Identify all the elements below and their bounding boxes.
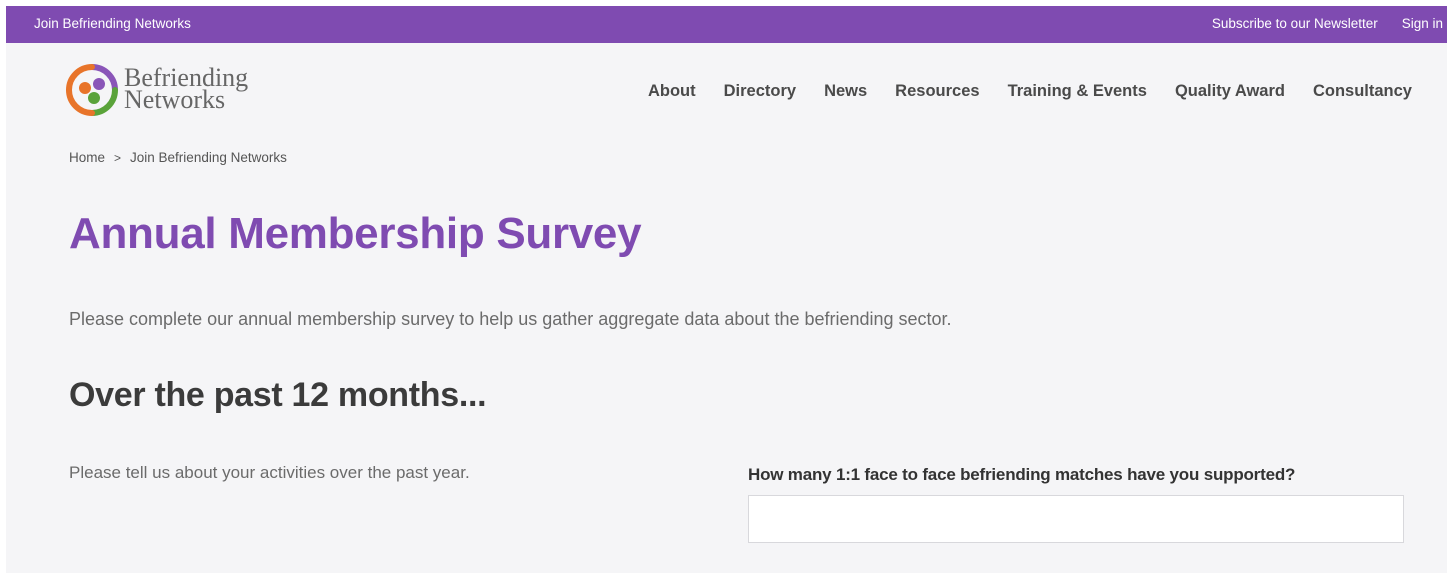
nav-item-resources[interactable]: Resources xyxy=(895,82,979,101)
intro-text: Please complete our annual membership su… xyxy=(69,309,952,329)
top-bar-right: Subscribe to our Newsletter Sign in xyxy=(1212,16,1443,31)
breadcrumb-home[interactable]: Home xyxy=(69,150,105,165)
section-title: Over the past 12 months... xyxy=(69,376,487,414)
top-bar: Join Befriending Networks Subscribe to o… xyxy=(6,6,1447,43)
section-description: Please tell us about your activities ove… xyxy=(69,463,470,482)
breadcrumb-current[interactable]: Join Befriending Networks xyxy=(130,150,287,165)
logo-icon xyxy=(66,64,118,116)
newsletter-link[interactable]: Subscribe to our Newsletter xyxy=(1212,16,1378,31)
main-nav: About Directory News Resources Training … xyxy=(648,82,1412,101)
nav-item-news[interactable]: News xyxy=(824,82,867,101)
breadcrumb-separator: > xyxy=(114,150,122,165)
matches-supported-input[interactable] xyxy=(748,495,1404,543)
signin-link[interactable]: Sign in xyxy=(1402,16,1443,31)
page-title: Annual Membership Survey xyxy=(69,209,642,258)
nav-item-training-events[interactable]: Training & Events xyxy=(1008,82,1147,101)
nav-item-quality-award[interactable]: Quality Award xyxy=(1175,82,1285,101)
nav-item-consultancy[interactable]: Consultancy xyxy=(1313,82,1412,101)
site-logo[interactable]: Befriending Networks xyxy=(66,64,248,116)
page-frame: Join Befriending Networks Subscribe to o… xyxy=(6,6,1447,573)
join-link[interactable]: Join Befriending Networks xyxy=(34,16,191,31)
logo-line2: Networks xyxy=(124,85,226,114)
breadcrumb: Home > Join Befriending Networks xyxy=(69,150,287,165)
nav-item-about[interactable]: About xyxy=(648,82,696,101)
nav-item-directory[interactable]: Directory xyxy=(724,82,796,101)
question-label: How many 1:1 face to face befriending ma… xyxy=(748,465,1296,484)
logo-text: Befriending Networks xyxy=(124,65,248,114)
